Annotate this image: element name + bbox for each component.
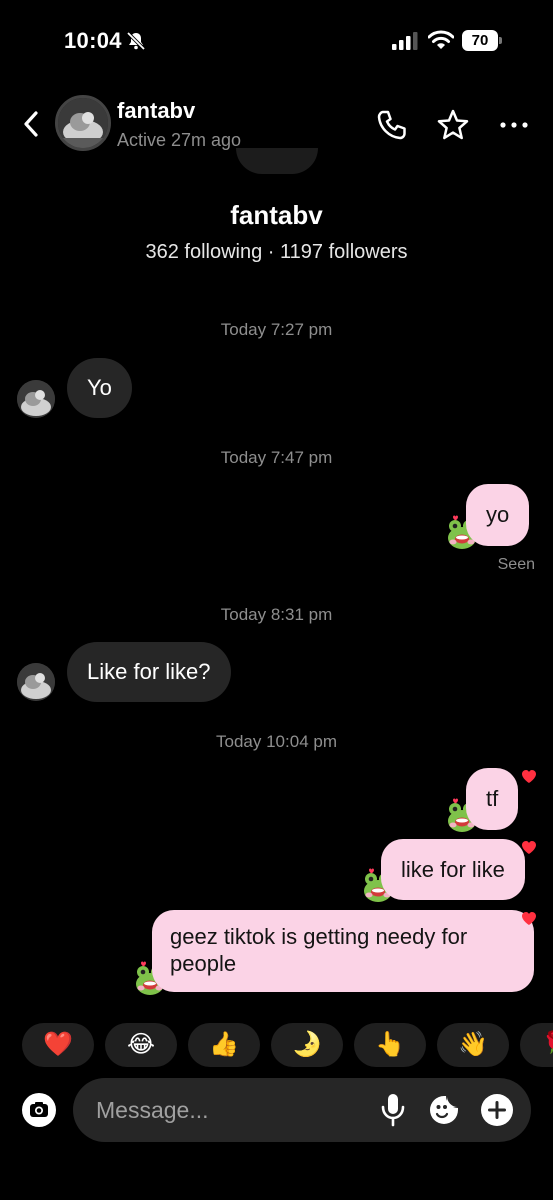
phone-icon[interactable] [375,108,409,142]
wifi-icon [428,30,454,49]
outgoing-message[interactable]: yo [466,484,530,546]
incoming-message[interactable]: Like for like? [67,642,231,702]
profile-avatar-large[interactable] [236,148,318,174]
status-bar: 10:04 70 [0,0,553,80]
message-composer [73,1078,531,1142]
add-button[interactable] [481,1094,513,1126]
reaction-wave[interactable]: 👋 [437,1023,509,1067]
quick-reactions-bar: ❤️ 😂 👍 🌛 👆 👋 🌹 [22,1023,553,1067]
reaction-rose[interactable]: 🌹 [520,1023,553,1067]
reaction-heart[interactable]: ❤️ [22,1023,94,1067]
timestamp: Today 10:04 pm [216,732,337,751]
bell-slash-icon [126,31,146,51]
outgoing-message[interactable]: like for like [381,839,525,900]
heart-reaction-icon[interactable] [521,840,537,856]
avatar-image [58,98,108,148]
microphone-icon[interactable] [380,1093,406,1127]
outgoing-message[interactable]: geez tiktok is getting needy for people [152,910,534,992]
message-input[interactable] [96,1092,366,1128]
camera-button[interactable] [22,1093,56,1127]
star-icon[interactable] [436,108,470,142]
sender-avatar[interactable] [17,380,55,418]
contact-name[interactable]: fantabv [117,98,195,124]
more-icon[interactable] [497,108,531,142]
plus-icon [488,1101,506,1119]
sender-avatar[interactable] [17,663,55,701]
avatar-image [17,380,55,418]
camera-icon [30,1102,48,1117]
battery-level: 70 [462,30,498,51]
profile-name: fantabv [230,200,323,230]
timestamp: Today 7:27 pm [220,320,333,339]
reaction-laugh[interactable]: 😂 [105,1023,177,1067]
message-line: geez tiktok is getting needy for [170,924,468,949]
incoming-message[interactable]: Yo [67,358,132,418]
seen-receipt: Seen [497,556,535,573]
heart-reaction-icon[interactable] [521,911,537,927]
battery-nub [499,37,502,44]
reaction-moon[interactable]: 🌛 [271,1023,343,1067]
profile-stats: 362 following · 1197 followers [145,241,408,263]
timestamp: Today 8:31 pm [220,605,333,624]
reaction-thumbs-up[interactable]: 👍 [188,1023,260,1067]
message-line: people [170,951,237,976]
heart-reaction-icon[interactable] [521,769,537,785]
sticker-icon[interactable] [428,1094,460,1126]
status-time: 10:04 [64,28,122,53]
header-avatar[interactable] [55,95,111,151]
cellular-signal-icon [392,32,418,50]
reaction-point-up[interactable]: 👆 [354,1023,426,1067]
back-chevron-icon[interactable] [20,110,44,138]
active-status: Active 27m ago [117,130,242,150]
battery-indicator: 70 [462,30,502,51]
avatar-image [17,663,55,701]
timestamp: Today 7:47 pm [220,448,333,467]
outgoing-message[interactable]: tf [466,768,519,830]
